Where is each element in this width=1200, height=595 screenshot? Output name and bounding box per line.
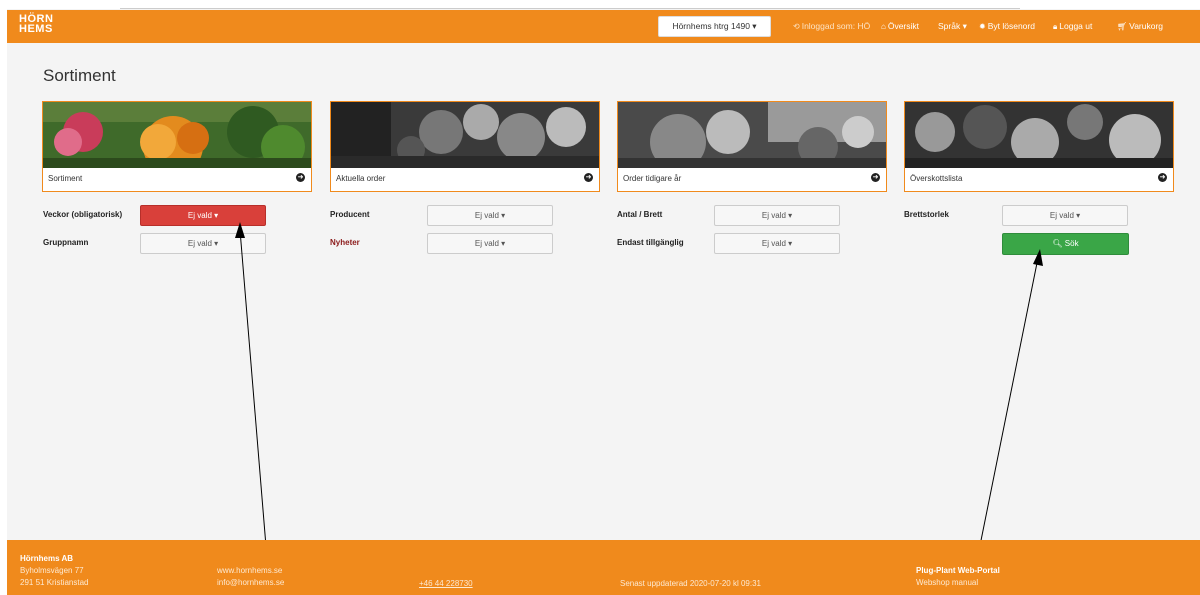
group-dropdown[interactable]: Ej vald ▾	[140, 233, 266, 254]
filter-label-tray: Brettstorlek	[904, 210, 949, 219]
site-select-dropdown[interactable]: Hörnhems htrg 1490 ▾	[658, 16, 771, 37]
card-overskottslista[interactable]: Överskottslista ➜	[904, 101, 1174, 192]
gear-icon: ✹	[979, 22, 986, 31]
logo-line-2: HEMS	[19, 23, 53, 35]
logged-in-link[interactable]: ⟲ Inloggad som: HÖ	[793, 10, 870, 43]
brand-logo[interactable]: HÖRN HEMS	[19, 14, 53, 35]
lock-icon: 🔒︎	[1053, 22, 1058, 31]
producer-dropdown[interactable]: Ej vald ▾	[427, 205, 553, 226]
arrow-right-icon[interactable]: ➜	[296, 173, 305, 182]
footer: Hörnhems AB Byholmsvägen 77 291 51 Krist…	[7, 540, 1200, 595]
footer-email-link[interactable]: info@hornhems.se	[217, 578, 284, 587]
footer-company: Hörnhems AB	[20, 554, 74, 563]
footer-portal: Plug-Plant Web-Portal	[916, 566, 1000, 575]
footer-phone-link[interactable]: +46 44 228730	[419, 579, 473, 588]
footer-web-link[interactable]: www.hornhems.se	[217, 566, 282, 575]
tray-dropdown[interactable]: Ej vald ▾	[1002, 205, 1128, 226]
filter-label-group: Gruppnamn	[43, 238, 89, 247]
nav-overview-label: Översikt	[887, 21, 920, 31]
card-image-flowers-bw	[618, 102, 886, 168]
arrow-right-icon[interactable]: ➜	[584, 173, 593, 182]
card-image-flowers-color	[43, 102, 311, 168]
available-dropdown[interactable]: Ej vald ▾	[714, 233, 840, 254]
count-dropdown[interactable]: Ej vald ▾	[714, 205, 840, 226]
nav-logout[interactable]: 🔒︎ Logga ut	[1053, 10, 1092, 43]
arrow-right-icon[interactable]: ➜	[871, 173, 880, 182]
search-button-label: Sök	[1064, 239, 1079, 248]
card-image-flowers-bw	[331, 102, 599, 168]
login-icon: ⟲	[793, 22, 800, 31]
arrow-right-icon[interactable]: ➜	[1158, 173, 1167, 182]
nav-language-label: Språk ▾	[938, 21, 967, 31]
search-button[interactable]: 🔍︎ Sök	[1002, 233, 1129, 255]
top-navbar: HÖRN HEMS Hörnhems htrg 1490 ▾ ⟲ Inloggad…	[7, 10, 1200, 43]
card-sortiment[interactable]: Sortiment ➜	[42, 101, 312, 192]
card-image-flowers-bw	[905, 102, 1173, 168]
home-icon: ⌂	[881, 22, 886, 31]
nav-cart-label: Varukorg	[1129, 21, 1164, 31]
footer-city: 291 51 Kristianstad	[20, 578, 89, 587]
filter-label-available: Endast tillgänglig	[617, 238, 684, 247]
page-frame	[7, 9, 1200, 595]
search-icon: 🔍︎	[1052, 239, 1063, 248]
filter-label-count: Antal / Brett	[617, 210, 663, 219]
filter-label-news: Nyheter	[330, 238, 360, 247]
card-order-tidigare-ar[interactable]: Order tidigare år ➜	[617, 101, 887, 192]
nav-language-dropdown[interactable]: Språk ▾	[938, 10, 967, 43]
card-label: Aktuella order	[336, 174, 386, 183]
footer-street: Byholmsvägen 77	[20, 566, 84, 575]
footer-manual-link[interactable]: Webshop manual	[916, 578, 978, 587]
footer-updated: Senast uppdaterad 2020-07-20 kl 09:31	[620, 579, 761, 588]
nav-overview[interactable]: ⌂ Översikt	[881, 10, 919, 43]
nav-logout-label: Logga ut	[1059, 21, 1093, 31]
logged-in-text: Inloggad som: HÖ	[801, 21, 871, 31]
card-label: Sortiment	[48, 174, 83, 183]
nav-change-password-label: Byt lösenord	[987, 21, 1035, 31]
nav-change-password[interactable]: ✹ Byt lösenord	[979, 10, 1035, 43]
cart-icon: 🛒︎	[1117, 22, 1128, 31]
card-label: Order tidigare år	[623, 174, 682, 183]
news-dropdown[interactable]: Ej vald ▾	[427, 233, 553, 254]
card-aktuella-order[interactable]: Aktuella order ➜	[330, 101, 600, 192]
filter-label-producer: Producent	[330, 210, 370, 219]
card-label: Överskottslista	[910, 174, 963, 183]
nav-cart[interactable]: 🛒︎ Varukorg	[1117, 10, 1163, 43]
page-title: Sortiment	[43, 66, 116, 85]
weeks-dropdown[interactable]: Ej vald ▾	[140, 205, 266, 226]
filter-label-weeks: Veckor (obligatorisk)	[43, 210, 123, 219]
